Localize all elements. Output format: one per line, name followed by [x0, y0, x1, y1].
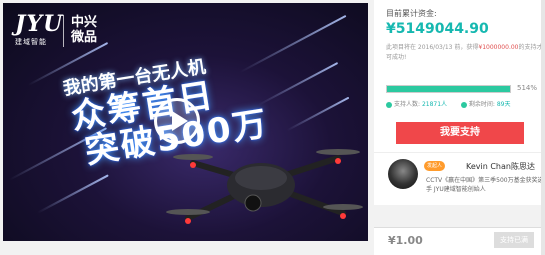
partner-logo-line1: 中兴 [71, 15, 98, 30]
light-streak [257, 61, 339, 107]
light-streak [37, 174, 109, 214]
supporters-label: 支持人数: [394, 101, 421, 108]
goal-amount: ¥1000000.00 [478, 44, 519, 51]
promo-video[interactable]: JYU 建域智能 中兴 微品 我的第一台无人机 众筹首日 突破500万 [3, 3, 368, 241]
deadline-prefix: 此项目将在 2016/03/13 前，获得 [386, 44, 479, 51]
sponsor-badge: 发起人 [424, 161, 446, 171]
brand-logo: JYU 建域智能 [15, 13, 63, 47]
progress-fill [387, 86, 510, 92]
reward-tier: ¥1.00 支持已满 [374, 227, 545, 255]
days-left-value: 89天 [496, 101, 511, 108]
clock-icon [460, 101, 467, 108]
progress-percent: 514% [517, 84, 538, 92]
deadline-text: 此项目将在 2016/03/13 前，获得¥1000000.00的支持才可成功! [386, 43, 545, 63]
supporters-value: 21871人 [421, 101, 448, 108]
sponsor-description: CCTV《赢在中国》第三季500万基金获奖选手 JYU建域智能创始人 [426, 177, 544, 193]
sponsor-avatar[interactable] [388, 159, 418, 189]
partner-logo: 中兴 微品 [71, 15, 97, 45]
stats-row: 支持人数: 21871人 剩余时间: 89天 [386, 99, 510, 108]
tier-sold-out-button[interactable]: 支持已满 [494, 232, 534, 248]
section-gap [374, 205, 545, 227]
brand-subtitle: 建域智能 [15, 38, 47, 46]
partner-logo-line2: 微品 [71, 30, 98, 45]
raised-amount: ¥5149044.90 [386, 21, 489, 37]
play-icon[interactable] [154, 98, 200, 144]
brand-logo-text: JYU [15, 11, 64, 37]
scrollbar[interactable] [541, 0, 545, 255]
funding-panel: 目前累计资金: ¥5149044.90 此项目将在 2016/03/13 前，获… [374, 0, 545, 255]
sponsor-name[interactable]: Kevin Chan陈思达 [466, 161, 535, 172]
divider [374, 152, 545, 153]
progress-bar [386, 85, 511, 93]
tier-price: ¥1.00 [388, 234, 423, 247]
raised-label: 目前累计资金: [386, 9, 437, 18]
logo-divider [63, 15, 64, 47]
days-left-label: 剩余时间: [468, 101, 495, 108]
supporters-icon [386, 101, 392, 108]
support-button[interactable]: 我要支持 [396, 122, 524, 144]
